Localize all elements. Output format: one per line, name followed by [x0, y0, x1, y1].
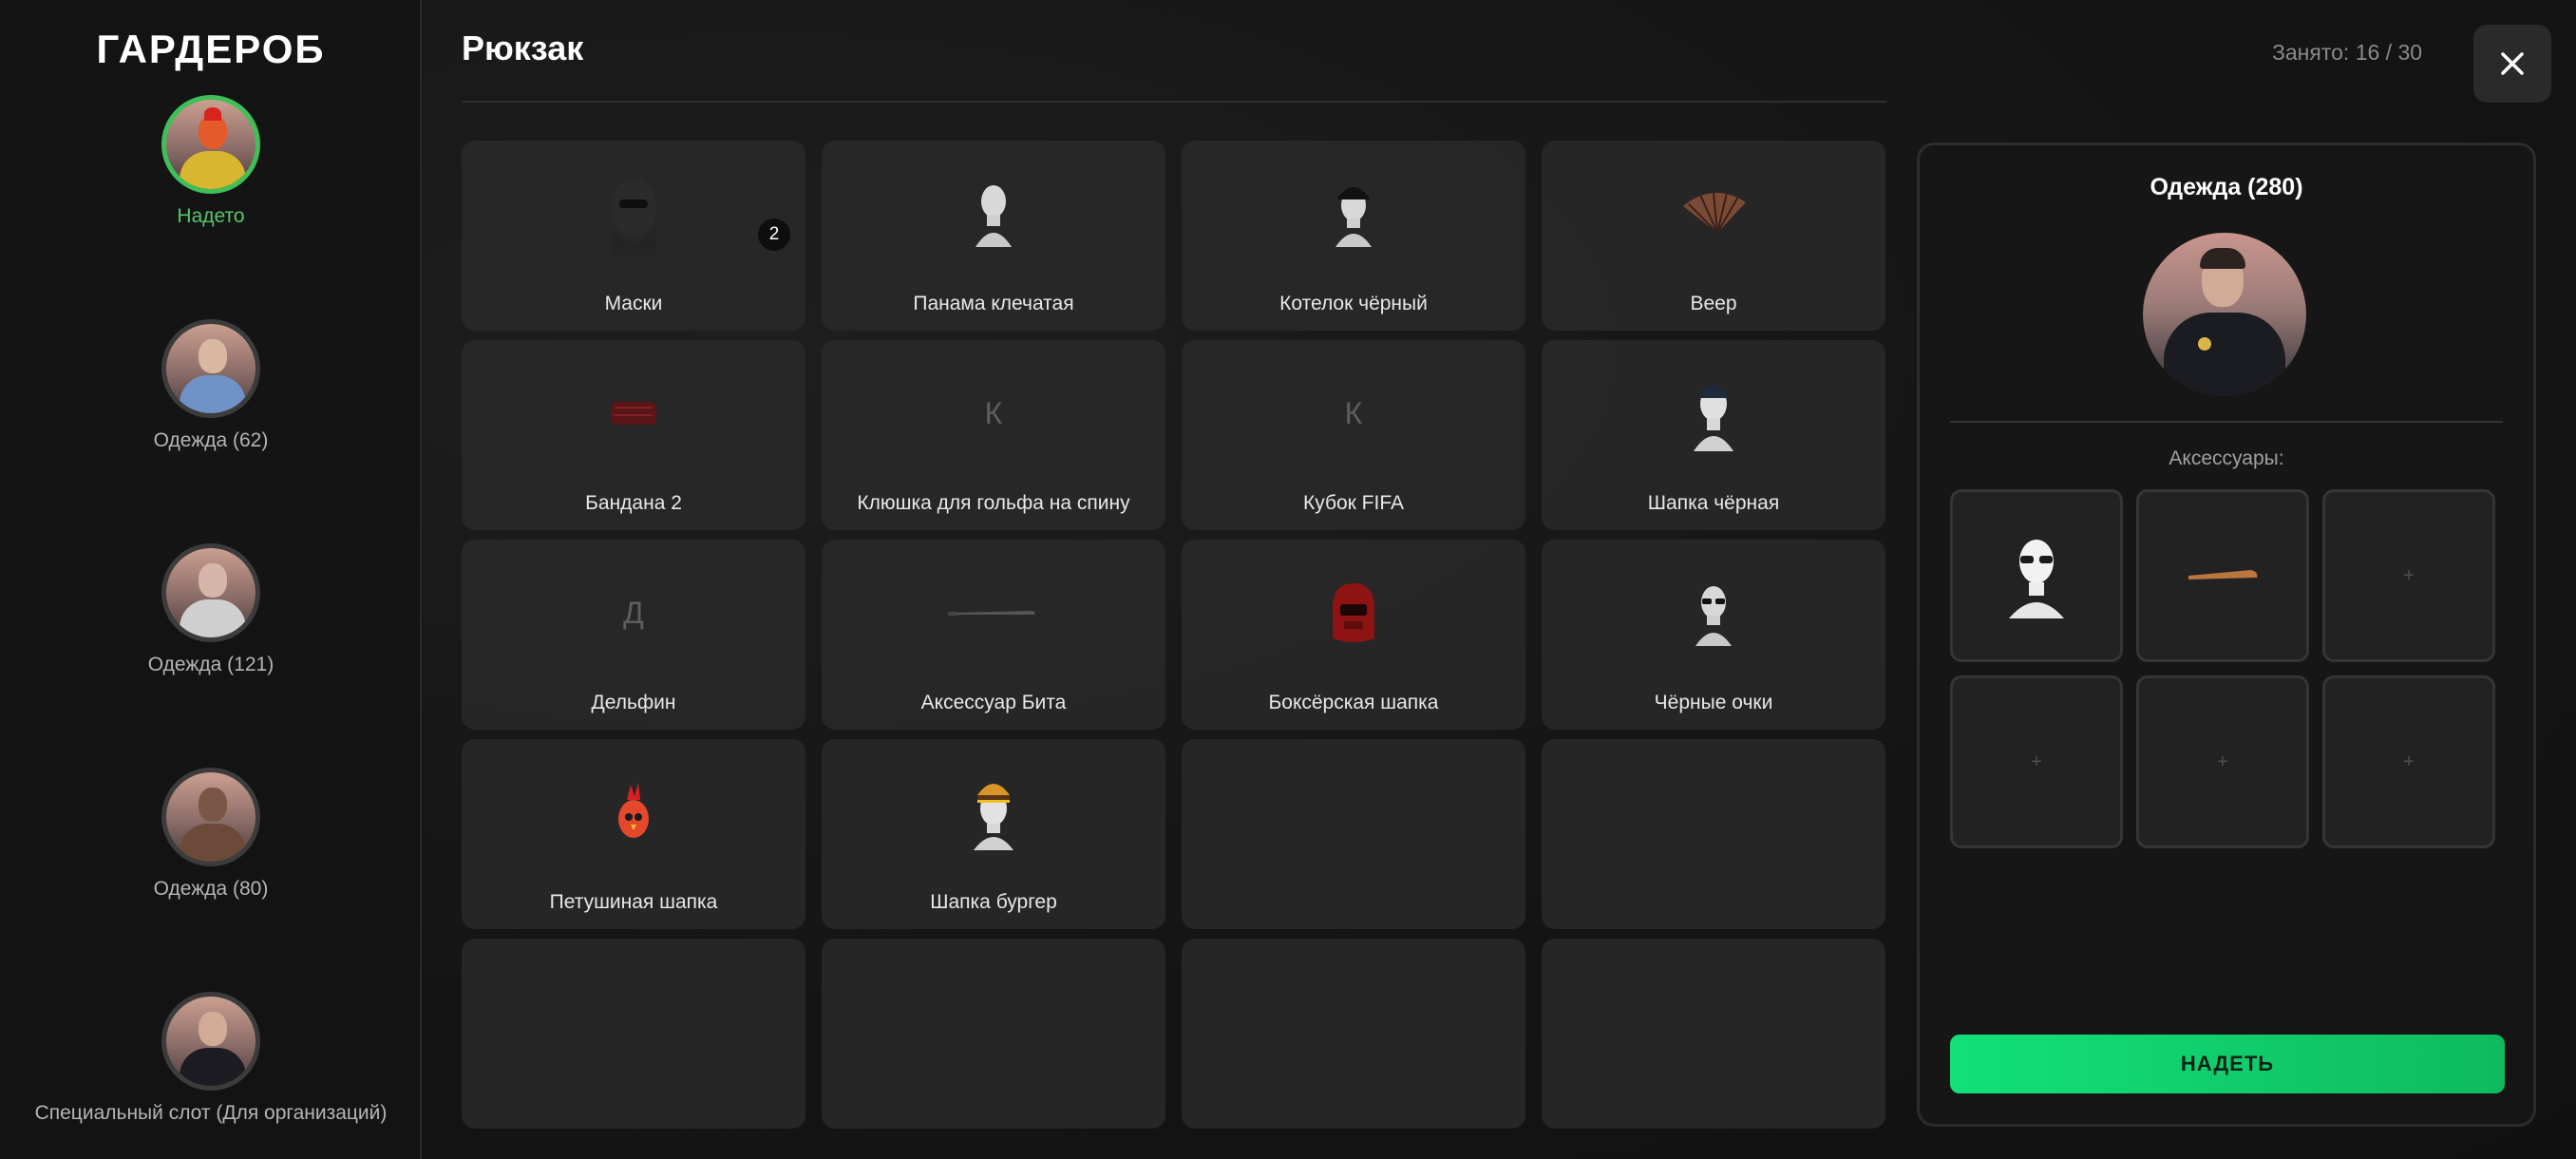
empty-plus-icon: + — [2217, 750, 2228, 772]
sunglasses-head-icon — [1542, 572, 1885, 654]
mannequin-head-icon — [822, 173, 1165, 255]
item-name: Боксёрская шапка — [1268, 692, 1439, 713]
sidebar-title: ГАРДЕРОБ — [96, 27, 326, 71]
inventory-item-black-beanie[interactable]: Шапка чёрная — [1542, 340, 1885, 530]
inventory-empty-slot[interactable] — [1542, 939, 1885, 1129]
inventory-item-rooster-hat[interactable]: Петушиная шапка — [462, 739, 805, 929]
avatar — [161, 543, 260, 642]
inventory-item-bandana[interactable]: Бандана 2 — [462, 340, 805, 530]
item-name: Шапка чёрная — [1647, 492, 1780, 514]
fan-icon — [1542, 173, 1885, 255]
avatar — [161, 319, 260, 418]
item-name: Клюшка для гольфа на спину — [857, 492, 1130, 514]
inventory-item-boxing-helmet[interactable]: Боксёрская шапка — [1182, 540, 1525, 730]
inventory-empty-slot[interactable] — [1542, 739, 1885, 929]
rooster-hat-icon — [462, 771, 805, 853]
slot-clothing-121[interactable]: Одежда (121) — [0, 543, 422, 676]
balaclava-icon — [462, 173, 805, 255]
slot-clothing-80[interactable]: Одежда (80) — [0, 768, 422, 901]
item-name: Шапка бургер — [930, 891, 1057, 913]
header-divider — [462, 101, 1886, 103]
letter-placeholder-icon: К — [1344, 395, 1363, 430]
panel-title: Одежда (280) — [2150, 174, 2303, 200]
inventory-item-fan[interactable]: Веер — [1542, 141, 1885, 331]
letter-placeholder-icon: К — [984, 395, 1003, 430]
letter-placeholder-icon: Д — [623, 595, 644, 630]
item-name: Кубок FIFA — [1302, 492, 1405, 514]
capacity-counter: Занято: 16 / 30 — [2272, 40, 2423, 65]
beanie-icon — [1542, 372, 1885, 454]
accessory-slot[interactable] — [1950, 489, 2123, 662]
item-name: Дельфин — [591, 692, 676, 713]
inventory-item-black-glasses[interactable]: Чёрные очки — [1542, 540, 1885, 730]
accessory-slot-empty[interactable]: + — [2322, 489, 2495, 662]
slot-label: Одежда (80) — [153, 878, 269, 900]
slot-label: Одежда (121) — [147, 654, 275, 675]
item-name: Панама клечатая — [913, 293, 1074, 314]
item-name: Чёрные очки — [1654, 692, 1773, 713]
accessory-slot-empty[interactable]: + — [1950, 675, 2123, 848]
inventory-item-masks[interactable]: 2 Маски — [462, 141, 805, 331]
inventory-item-burger-hat[interactable]: Шапка бургер — [822, 739, 1165, 929]
avatar — [161, 768, 260, 866]
slot-label: Специальный слот (Для организаций) — [34, 1102, 388, 1124]
bandana-icon — [462, 372, 805, 454]
avatar — [161, 95, 260, 194]
avatar — [161, 992, 260, 1091]
inventory-empty-slot[interactable] — [822, 939, 1165, 1129]
item-name: Котелок чёрный — [1279, 293, 1428, 314]
item-name: Аксессуар Бита — [920, 692, 1067, 713]
sidebar: ГАРДЕРОБ Надето Одежда (62) Одежда (121) — [0, 0, 422, 1159]
inventory-item-bat[interactable]: Аксессуар Бита — [822, 540, 1165, 730]
bat-icon — [822, 572, 1165, 654]
wear-button[interactable]: НАДЕТЬ — [1950, 1035, 2505, 1093]
accessories-label: Аксессуары: — [2169, 447, 2284, 469]
bowler-hat-icon — [1182, 173, 1525, 255]
accessory-slot-empty[interactable]: + — [2322, 675, 2495, 848]
close-icon — [2501, 52, 2524, 75]
inventory-item-dolphin[interactable]: Д Дельфин — [462, 540, 805, 730]
item-name: Веер — [1690, 293, 1737, 314]
item-name: Петушиная шапка — [549, 891, 718, 913]
accessory-slot[interactable] — [2136, 489, 2309, 662]
boxing-helmet-icon — [1182, 572, 1525, 654]
item-name: Бандана 2 — [585, 492, 682, 514]
inventory-empty-slot[interactable] — [1182, 739, 1525, 929]
burger-hat-icon — [822, 771, 1165, 853]
inventory-item-golf-club[interactable]: К Клюшка для гольфа на спину — [822, 340, 1165, 530]
accessory-slot-empty[interactable]: + — [2136, 675, 2309, 848]
wardrobe-screen: ГАРДЕРОБ Надето Одежда (62) Одежда (121) — [0, 0, 2576, 1159]
slot-clothing-62[interactable]: Одежда (62) — [0, 319, 422, 452]
outfit-avatar — [2143, 233, 2306, 396]
inventory-item-fifa-cup[interactable]: К Кубок FIFA — [1182, 340, 1525, 530]
empty-plus-icon: + — [2031, 750, 2042, 772]
inventory-grid: 2 Маски Панама клечатая Котелок чёрный В… — [462, 141, 1886, 1129]
item-count-badge: 2 — [758, 218, 790, 251]
empty-plus-icon: + — [2403, 564, 2415, 586]
page-title: Рюкзак — [462, 28, 584, 67]
empty-plus-icon: + — [2403, 750, 2415, 772]
item-name: Маски — [604, 293, 663, 314]
slot-label: Надето — [177, 205, 245, 227]
inventory-item-panama[interactable]: Панама клечатая — [822, 141, 1165, 331]
panel-divider — [1950, 421, 2503, 423]
slot-worn[interactable]: Надето — [0, 95, 422, 228]
inventory-empty-slot[interactable] — [1182, 939, 1525, 1129]
close-button[interactable] — [2473, 25, 2551, 103]
inventory-empty-slot[interactable] — [462, 939, 805, 1129]
slot-label: Одежда (62) — [153, 429, 269, 451]
glasses-head-icon — [2009, 540, 2064, 618]
bat-icon — [2188, 570, 2258, 580]
inventory-item-bowler-hat[interactable]: Котелок чёрный — [1182, 141, 1525, 331]
accessory-slots: + + + + — [1950, 489, 2505, 848]
outfit-panel: Одежда (280) Аксессуары: + + + + НАДЕТЬ — [1917, 142, 2536, 1127]
slot-special-organization[interactable]: Специальный слот (Для организаций) — [0, 992, 422, 1125]
